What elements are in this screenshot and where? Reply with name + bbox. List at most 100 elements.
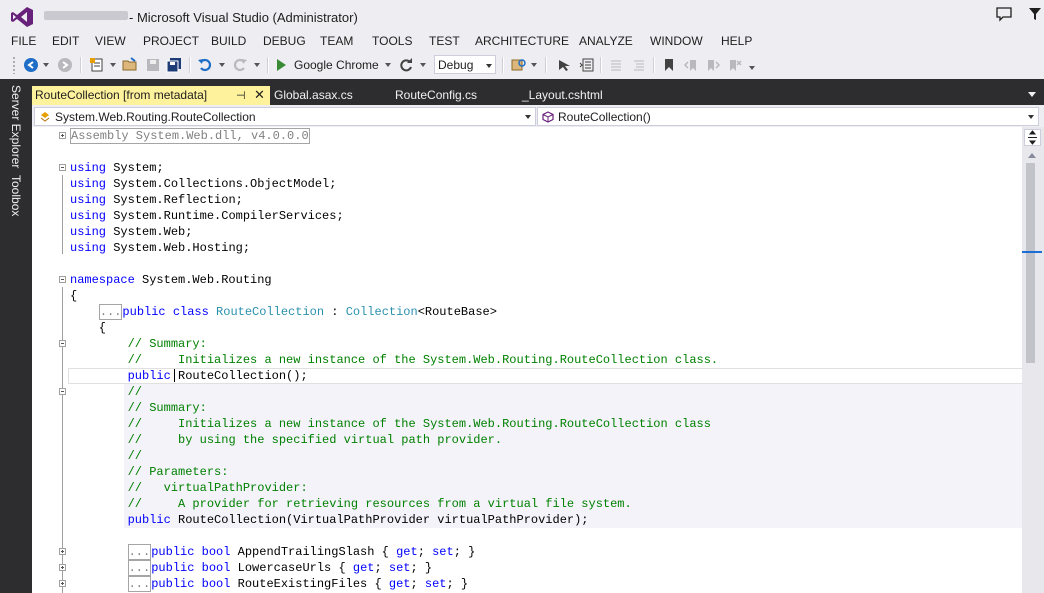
code-line: { [70,289,78,303]
vertical-scrollbar[interactable] [1022,127,1044,593]
toolbox-tab[interactable]: Toolbox [9,175,23,216]
menu-debug[interactable]: DEBUG [263,34,306,48]
next-bookmark-icon[interactable] [704,56,722,74]
using-namespace: System.Web [113,225,186,239]
expand-icon[interactable] [59,564,66,571]
using-namespace: System.Collections.ObjectModel [113,177,330,191]
expand-icon[interactable] [59,548,66,555]
scrollbar-thumb[interactable] [1026,163,1035,363]
expand-icon[interactable] [59,580,66,587]
split-window-button[interactable] [1024,129,1041,146]
close-icon[interactable]: ✕ [254,87,265,103]
code-line: ...public bool RouteExistingFiles { get;… [127,576,469,592]
code-line: using System.Reflection; [70,193,243,207]
constructor-signature: RouteCollection(VirtualPathProvider virt… [178,513,589,527]
tab-routeconfig[interactable]: RouteConfig.cs [395,88,477,102]
fold-guide [62,351,63,381]
using-namespace: System.Web.Hosting [113,241,243,255]
code-line: using System.Web; [70,225,193,239]
menu-edit[interactable]: EDIT [52,34,79,48]
window-title: - Microsoft Visual Studio (Administrator… [129,10,358,25]
member-dropdown[interactable]: RouteCollection() [537,107,1039,126]
tab-global-asax[interactable]: Global.asax.cs [274,88,353,102]
menu-view[interactable]: VIEW [95,34,126,48]
code-line: // virtualPathProvider: [70,481,308,495]
chevron-down-icon[interactable] [1028,92,1036,97]
member-dropdown-value: RouteCollection() [558,110,651,124]
clear-bookmarks-icon[interactable] [726,56,744,74]
property-name: LowercaseUrls [237,561,332,575]
menu-test[interactable]: TEST [429,34,460,48]
toolbar-separator [653,57,655,73]
constructor-signature: RouteCollection(); [178,369,308,383]
code-line: // Initializes a new instance of the Sys… [70,417,711,431]
comment-lines-icon[interactable] [607,56,625,74]
class-name: RouteCollection [216,305,325,319]
scroll-up-arrow[interactable] [1028,153,1036,158]
code-line: using System; [70,161,164,175]
using-namespace: System.Reflection [113,193,236,207]
summary-text: by using the specified virtual path prov… [178,433,503,447]
format-document-icon[interactable] [578,56,596,74]
toolbar-overflow-dropdown[interactable] [749,66,755,70]
collapsed-attributes[interactable]: ... [98,304,123,320]
feedback-icon[interactable] [995,6,1013,22]
redacted-solution-name [44,11,128,20]
code-line: // Summary: [70,401,207,415]
summary-text: Initializes a new instance of the System… [178,417,711,431]
bookmark-icon[interactable] [660,56,678,74]
fold-guide [62,399,63,525]
menu-architecture[interactable]: ARCHITECTURE [475,34,569,48]
type-dropdown-value: System.Web.Routing.RouteCollection [55,110,256,124]
code-line: // Initializes a new instance of the Sys… [70,353,719,367]
base-class-name: Collection [345,305,418,319]
pointer-icon[interactable] [556,56,574,74]
server-explorer-tab[interactable]: Server Explorer [9,85,23,168]
tab-routecollection[interactable]: RouteCollection [from metadata] ⊣ ✕ [32,86,270,105]
menu-team[interactable]: TEAM [320,34,353,48]
collapse-icon[interactable] [59,164,66,171]
menu-tools[interactable]: TOOLS [372,34,412,48]
menu-window[interactable]: WINDOW [650,34,703,48]
expand-icon[interactable] [59,132,66,139]
menu-help[interactable]: HELP [721,34,752,48]
collapsed-attributes[interactable]: ... [127,576,152,592]
document-tab-strip: RouteCollection [from metadata] ⊣ ✕ Glob… [32,79,1044,105]
code-line: using System.Web.Hosting; [70,241,251,255]
left-tool-window-strip: Server Explorer Toolbox [0,79,32,593]
collapsed-attributes[interactable]: ... [127,560,152,576]
previous-bookmark-icon[interactable] [682,56,700,74]
property-name: AppendTrailingSlash [237,545,375,559]
summary-text: Initializes a new instance of the System… [178,353,719,367]
fold-guide [62,175,63,254]
code-line: { [70,321,107,335]
uncomment-lines-icon[interactable] [630,56,648,74]
type-dropdown[interactable]: System.Web.Routing.RouteCollection [34,107,536,126]
funnel-icon[interactable] [1028,6,1042,22]
pin-icon[interactable]: ⊣ [236,89,246,102]
tab-layout[interactable]: _Layout.cshtml [522,88,603,102]
find-in-files-icon[interactable] [510,56,528,74]
code-line: // by using the specified virtual path p… [70,433,503,447]
code-line: ...public bool LowercaseUrls { get; set;… [127,560,433,576]
code-line: using System.Collections.ObjectModel; [70,177,337,191]
code-line: public RouteCollection(VirtualPathProvid… [127,513,589,527]
toolbar-separator [502,57,504,73]
code-line: // [70,385,143,399]
menu-bar: FILE EDIT VIEW PROJECT BUILD DEBUG TEAM … [0,32,1044,52]
menu-file[interactable]: FILE [11,34,36,48]
chevron-down-icon [525,115,531,119]
collapse-icon[interactable] [59,276,66,283]
text-caret [174,369,175,382]
collapsed-assembly-region[interactable]: Assembly System.Web.dll, v4.0.0.0 [70,128,310,144]
menu-analyze[interactable]: ANALYZE [579,34,633,48]
base-class-arg: RouteBase [424,305,490,319]
menu-project[interactable]: PROJECT [143,34,199,48]
code-editor[interactable]: Assembly System.Web.dll, v4.0.0.0 using … [32,127,1022,593]
menu-build[interactable]: BUILD [211,34,246,48]
collapse-icon[interactable] [59,340,66,347]
collapse-icon[interactable] [59,388,66,395]
find-dropdown[interactable] [531,63,537,67]
collapsed-attributes[interactable]: ... [127,544,152,560]
visual-studio-window: - Microsoft Visual Studio (Administrator… [0,0,1044,593]
